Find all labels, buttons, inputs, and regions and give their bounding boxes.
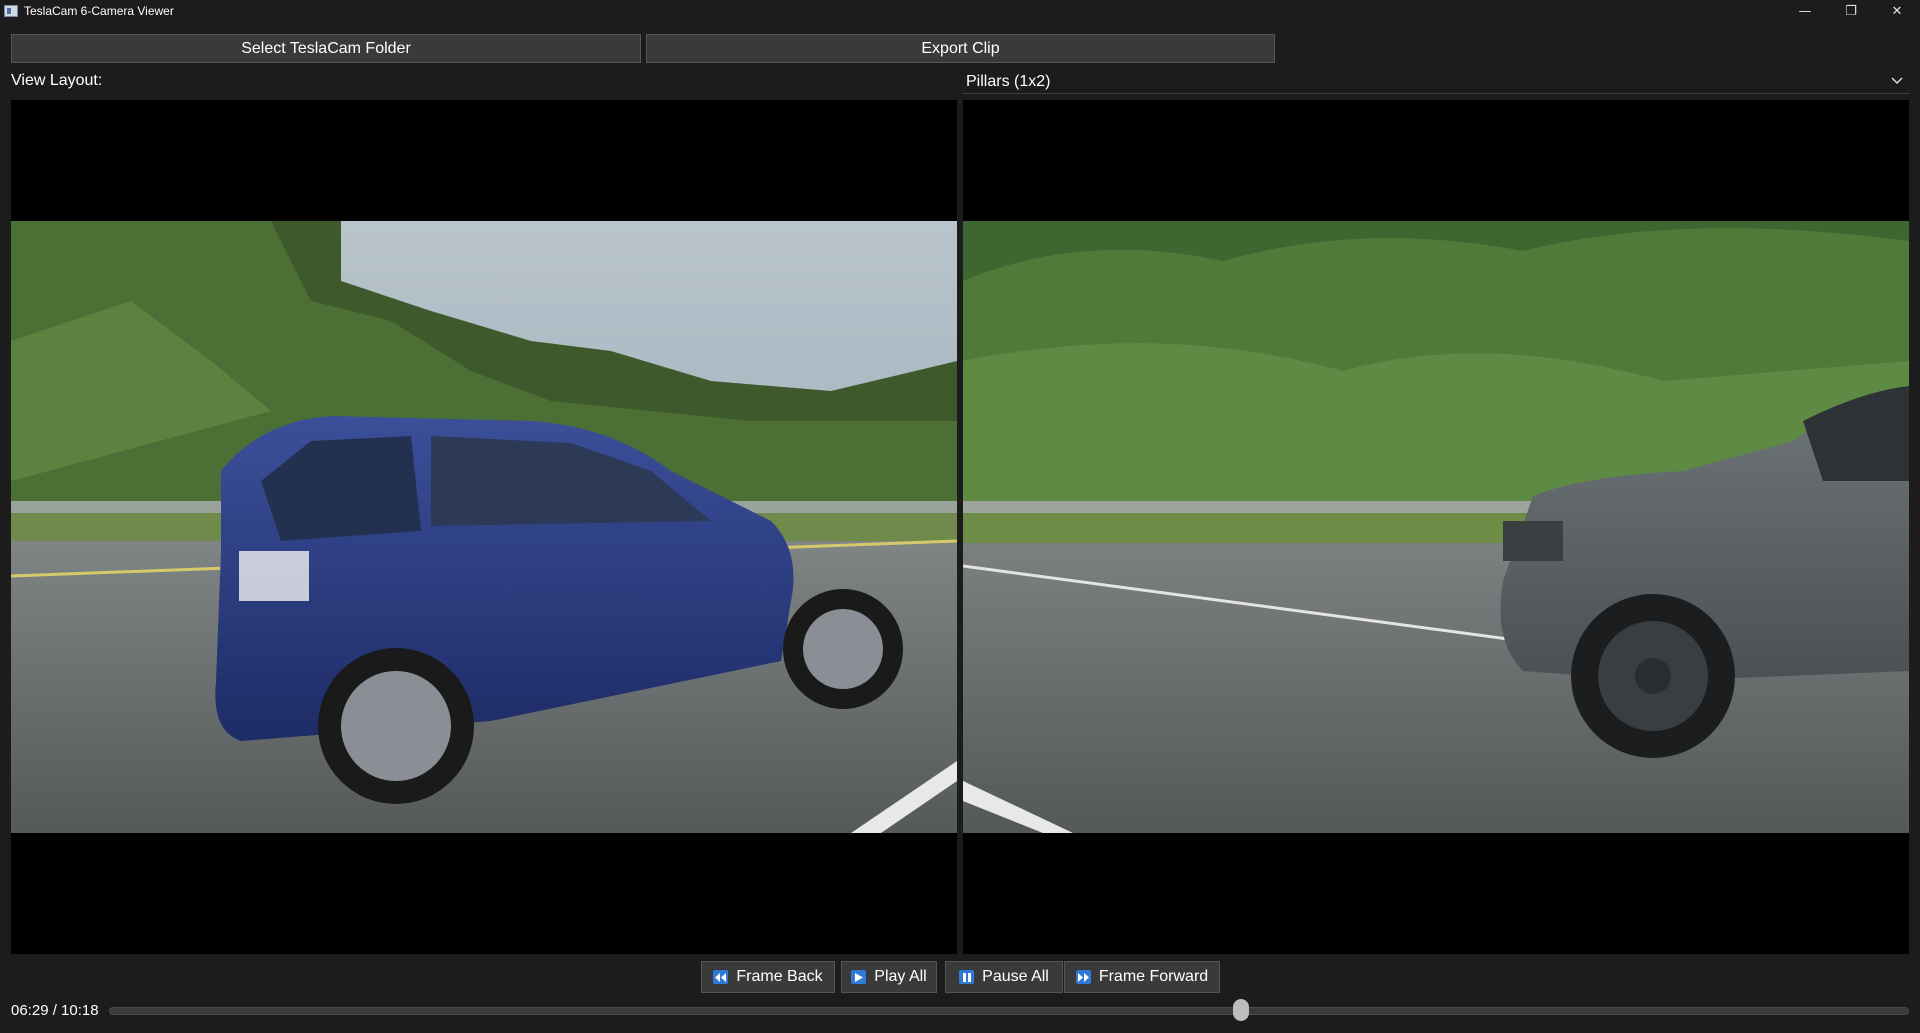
video-pane-right[interactable] — [963, 100, 1909, 954]
export-clip-button[interactable]: Export Clip — [646, 34, 1275, 63]
frame-back-button[interactable]: Frame Back — [701, 961, 835, 993]
frame-forward-label: Frame Forward — [1098, 968, 1209, 985]
frame-forward-button[interactable]: Frame Forward — [1064, 961, 1220, 993]
play-all-button[interactable]: Play All — [841, 961, 937, 993]
seek-handle[interactable] — [1233, 999, 1250, 1021]
pause-icon — [959, 970, 975, 984]
window-title: TeslaCam 6-Camera Viewer — [24, 4, 174, 18]
pause-all-button[interactable]: Pause All — [945, 961, 1063, 993]
view-layout-select[interactable]: Pillars (1x2) — [962, 70, 1910, 94]
window-controls: — ❐ ✕ — [1782, 0, 1920, 22]
fast-forward-icon — [1075, 970, 1091, 984]
restore-button[interactable]: ❐ — [1828, 0, 1874, 22]
view-layout-value: Pillars (1x2) — [966, 72, 1051, 90]
select-folder-button[interactable]: Select TeslaCam Folder — [11, 34, 641, 63]
play-icon — [851, 970, 867, 984]
close-button[interactable]: ✕ — [1874, 0, 1920, 22]
app-icon — [4, 5, 18, 17]
pause-all-label: Pause All — [982, 968, 1049, 985]
view-layout-label: View Layout: — [11, 72, 103, 89]
frame-back-label: Frame Back — [736, 968, 823, 985]
play-all-label: Play All — [874, 968, 927, 985]
chevron-down-icon — [1891, 77, 1903, 84]
rewind-icon — [713, 970, 729, 984]
video-frame-right — [963, 221, 1909, 833]
video-frame-left — [11, 221, 957, 833]
seek-slider[interactable] — [109, 1007, 1909, 1015]
title-bar: TeslaCam 6-Camera Viewer — ❐ ✕ — [0, 0, 1920, 22]
app-window: TeslaCam 6-Camera Viewer — ❐ ✕ Select Te… — [0, 0, 1920, 1033]
video-pane-left[interactable] — [11, 100, 957, 954]
time-display: 06:29 / 10:18 — [11, 1002, 99, 1019]
minimize-button[interactable]: — — [1782, 0, 1828, 22]
